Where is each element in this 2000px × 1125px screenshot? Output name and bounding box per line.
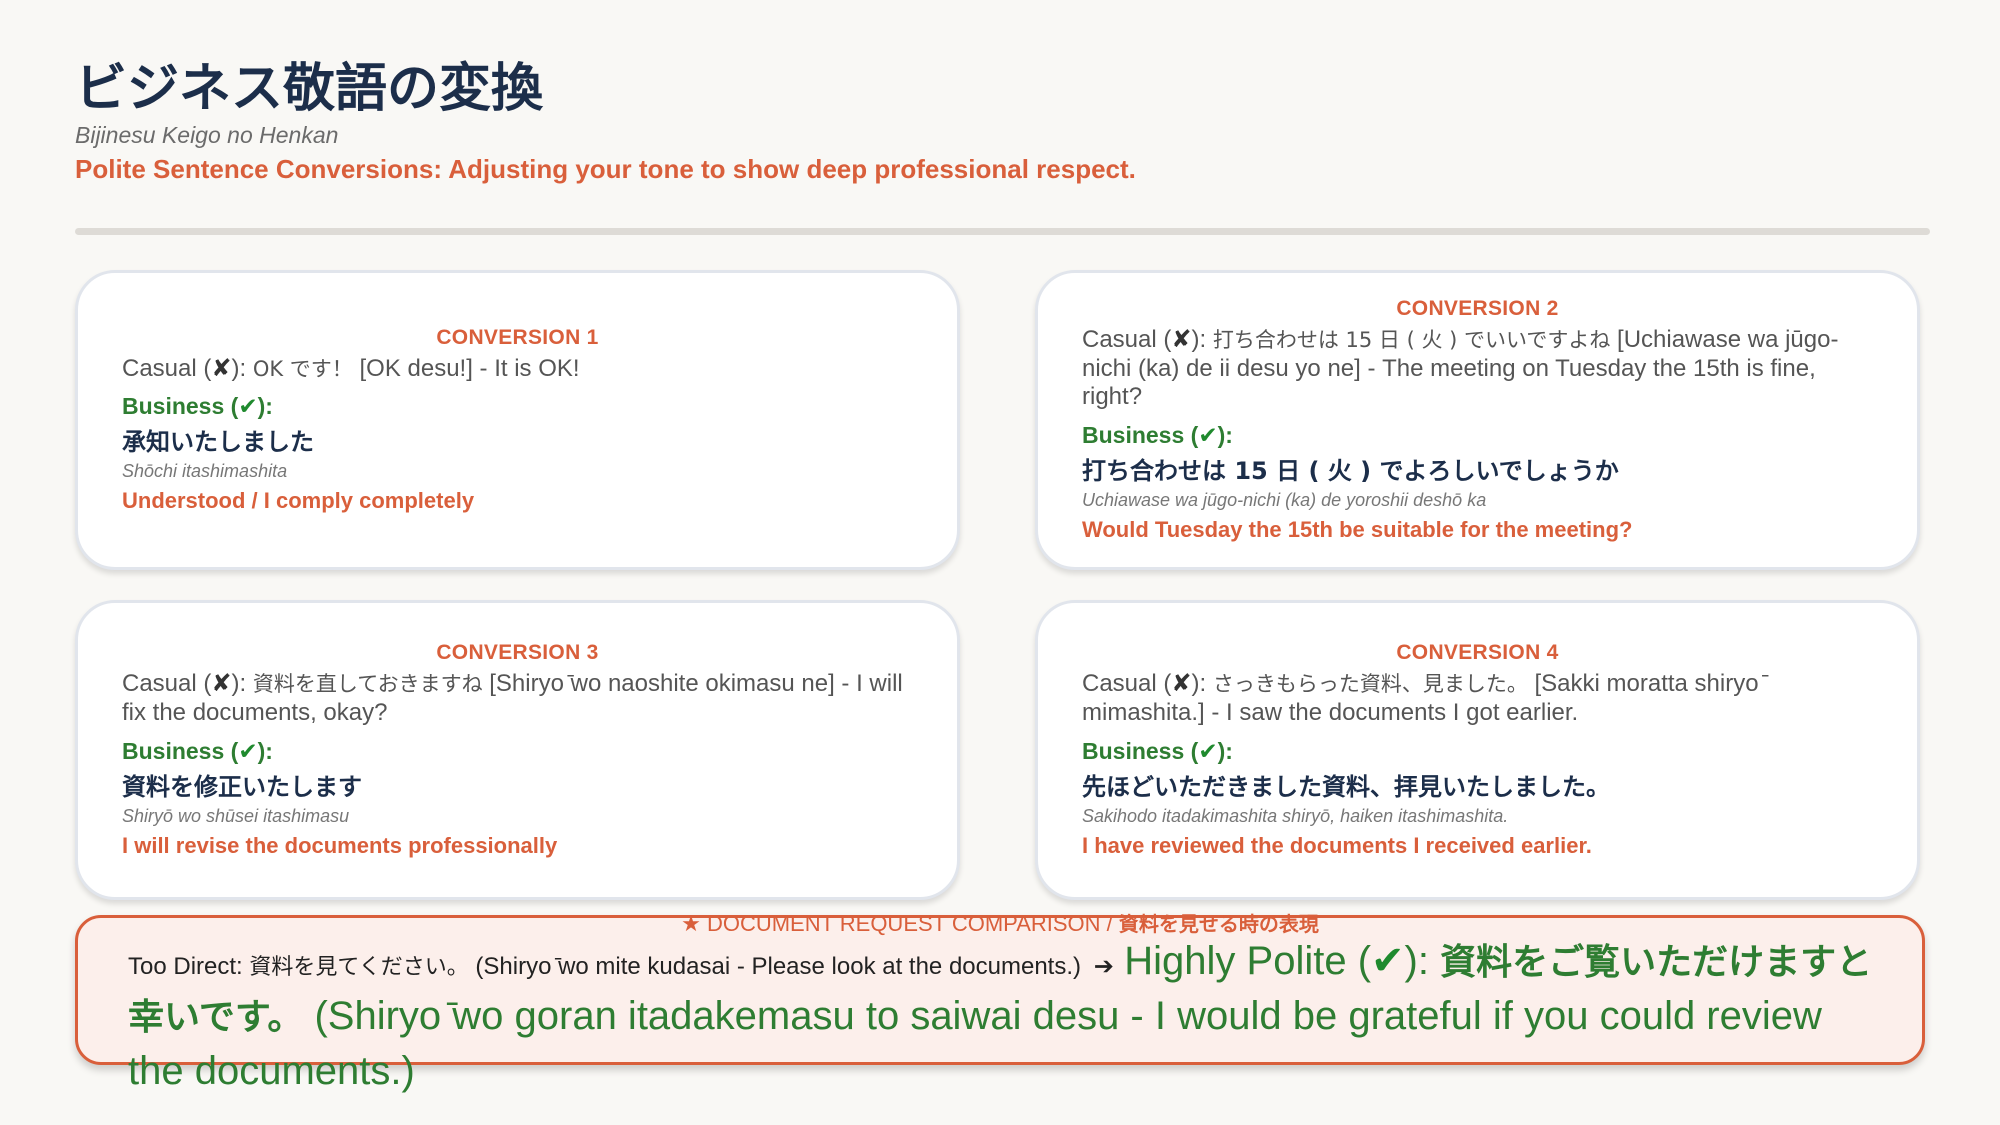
business-label: Business (✔): bbox=[122, 393, 273, 421]
casual-sentence: Casual (✘): 資料を直しておきますね [Shiryo ̄wo naos… bbox=[122, 669, 903, 726]
casual-sentence: Casual (✘): さっきもらった資料、見ました。 [Sakki morat… bbox=[1082, 669, 1766, 726]
business-english: Would Tuesday the 15th be suitable for t… bbox=[1082, 517, 1633, 543]
highly-polite-label: Highly Polite ( bbox=[1124, 939, 1372, 983]
highly-polite-translation: (Shiryo ̄wo goran itadakemasu to saiwai … bbox=[128, 994, 1822, 1093]
arrow-right-icon: ➔ bbox=[1093, 953, 1114, 980]
cross-icon: ✘ bbox=[1171, 324, 1192, 353]
casual-label: Casual ( bbox=[1082, 670, 1172, 698]
conversion-label: CONVERSION 4 bbox=[1396, 641, 1559, 665]
casual-label: Casual ( bbox=[122, 354, 212, 382]
too-direct-phrase: Too Direct: 資料を見てください。 (Shiryo ̄wo mite … bbox=[128, 953, 1088, 980]
conversion-label: CONVERSION 2 bbox=[1396, 296, 1559, 320]
business-japanese: 資料を修正いたします bbox=[122, 772, 362, 801]
conversion-card-3: CONVERSION 3 Casual (✘): 資料を直しておきますね [Sh… bbox=[75, 600, 960, 900]
business-english: I will revise the documents professional… bbox=[122, 832, 558, 858]
comparison-header: ★ DOCUMENT REQUEST COMPARISON / 資料を見せる時の… bbox=[0, 908, 2000, 937]
business-japanese: 先ほどいただきました資料、拝見いたしました。 bbox=[1082, 772, 1610, 801]
business-romaji: Shiryō wo shūsei itashimasu bbox=[122, 805, 350, 826]
conversion-label: CONVERSION 3 bbox=[436, 641, 599, 665]
conversion-card-4: CONVERSION 4 Casual (✘): さっきもらった資料、見ました。… bbox=[1035, 600, 1920, 900]
header-divider bbox=[75, 228, 1930, 235]
cross-icon: ✘ bbox=[211, 669, 232, 698]
cross-icon: ✘ bbox=[1171, 669, 1192, 698]
comparison-header-japanese: 資料を見せる時の表現 bbox=[1118, 912, 1319, 936]
too-direct-translation: (Shiryo ̄wo mite kudasai - Please look a… bbox=[475, 953, 1082, 980]
casual-translation: [OK desu!] - It is OK! bbox=[359, 354, 580, 382]
check-icon: ✔ bbox=[1198, 423, 1218, 450]
page-title: ビジネス敬語の変換 bbox=[75, 59, 544, 119]
check-icon: ✔ bbox=[238, 394, 258, 421]
business-romaji: Shōchi itashimashita bbox=[122, 461, 288, 482]
check-icon: ✔ bbox=[238, 738, 258, 765]
business-english: Understood / I comply completely bbox=[122, 488, 475, 514]
page-subtitle: Polite Sentence Conversions: Adjusting y… bbox=[75, 154, 1136, 184]
business-label: Business (✔): bbox=[1082, 737, 1233, 765]
business-label: Business (✔): bbox=[1082, 422, 1233, 450]
business-romaji: Sakihodo itadakimashita shiryō, haiken i… bbox=[1082, 805, 1509, 826]
casual-japanese: 打ち合わせは 15 日 ( 火 ) でいいですよね bbox=[1212, 327, 1611, 352]
business-label: Business (✔): bbox=[122, 737, 273, 765]
conversion-label: CONVERSION 1 bbox=[436, 325, 599, 349]
too-direct-japanese: 資料を見てください。 bbox=[249, 955, 469, 980]
conversion-card-2: CONVERSION 2 Casual (✘): 打ち合わせは 15 日 ( 火… bbox=[1035, 270, 1920, 570]
conversion-card-1: CONVERSION 1 Casual (✘): OK です！ [OK desu… bbox=[75, 270, 960, 570]
page-title-romaji: Bijinesu Keigo no Henkan bbox=[75, 122, 339, 148]
casual-japanese: さっきもらった資料、見ました。 bbox=[1212, 672, 1528, 697]
casual-japanese: OK です！ bbox=[252, 356, 353, 381]
business-romaji: Uchiawase wa jūgo-nichi (ka) de yoroshii… bbox=[1082, 490, 1487, 511]
check-icon: ✔ bbox=[1371, 938, 1405, 984]
casual-japanese: 資料を直しておきますね bbox=[252, 672, 483, 697]
comparison-header-english: ★ DOCUMENT REQUEST COMPARISON / bbox=[681, 911, 1113, 936]
business-japanese: 打ち合わせは 15 日 ( 火 ) でよろしいでしょうか bbox=[1082, 457, 1619, 486]
casual-sentence: Casual (✘): OK です！ [OK desu!] - It is OK… bbox=[122, 353, 580, 382]
casual-label: Casual ( bbox=[1082, 325, 1172, 353]
business-japanese: 承知いたしました bbox=[122, 428, 314, 457]
business-english: I have reviewed the documents I received… bbox=[1082, 832, 1592, 858]
casual-sentence: Casual (✘): 打ち合わせは 15 日 ( 火 ) でいいですよね [U… bbox=[1082, 324, 1839, 411]
comparison-content: Too Direct: 資料を見てください。 (Shiryo ̄wo mite … bbox=[128, 938, 1883, 1103]
check-icon: ✔ bbox=[1198, 738, 1218, 765]
casual-label: Casual ( bbox=[122, 670, 212, 698]
cross-icon: ✘ bbox=[211, 353, 232, 382]
too-direct-label: Too Direct: bbox=[128, 953, 243, 980]
